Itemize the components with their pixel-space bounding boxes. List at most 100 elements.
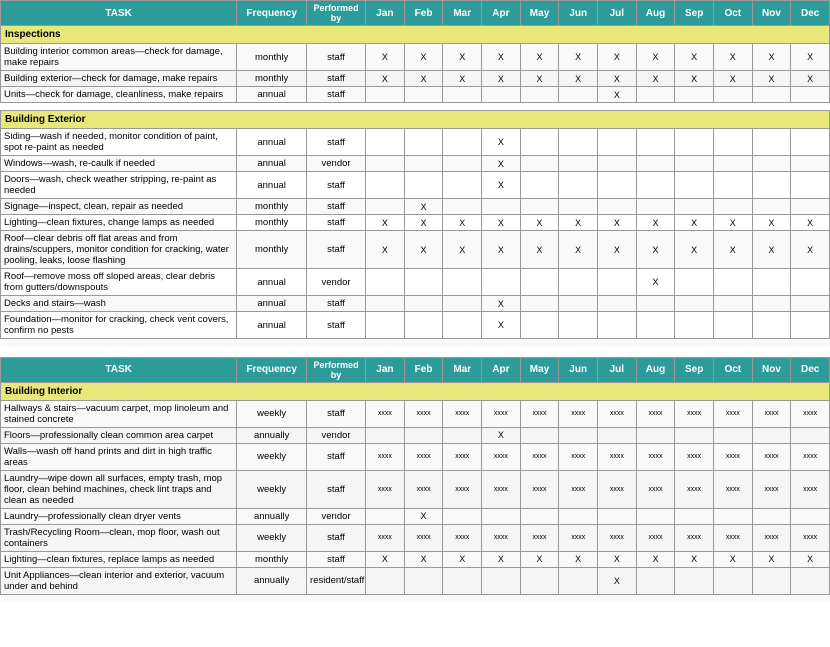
- month-cell: [675, 129, 714, 156]
- month-cell: xxxx: [752, 470, 791, 508]
- month-cell: [443, 156, 482, 172]
- month-cell: X: [404, 215, 443, 231]
- task-cell: Windows—wash, re-caulk if needed: [1, 156, 237, 172]
- col-header-jan-2: Jan: [366, 357, 405, 382]
- table-row: Laundry—professionally clean dryer vents…: [1, 508, 830, 524]
- month-cell: xxxx: [636, 524, 675, 551]
- month-cell: X: [636, 231, 675, 269]
- col-header-feb: Feb: [404, 1, 443, 26]
- month-cell: xxxx: [520, 443, 559, 470]
- month-cell: xxxx: [598, 400, 637, 427]
- col-header-jun: Jun: [559, 1, 598, 26]
- month-cell: [520, 269, 559, 296]
- frequency-cell: annual: [237, 156, 307, 172]
- month-cell: [404, 129, 443, 156]
- col-header-sep: Sep: [675, 1, 714, 26]
- month-cell: [404, 296, 443, 312]
- month-cell: [675, 312, 714, 339]
- month-cell: [752, 427, 791, 443]
- month-cell: [598, 156, 637, 172]
- month-cell: [366, 172, 405, 199]
- month-cell: X: [443, 215, 482, 231]
- section-title: Inspections: [1, 26, 830, 44]
- month-cell: xxxx: [559, 470, 598, 508]
- table-row: Foundation—monitor for cracking, check v…: [1, 312, 830, 339]
- performed-by-cell: staff: [307, 400, 366, 427]
- month-cell: X: [520, 44, 559, 71]
- frequency-cell: weekly: [237, 400, 307, 427]
- month-cell: xxxx: [675, 443, 714, 470]
- task-cell: Roof—clear debris off flat areas and fro…: [1, 231, 237, 269]
- col-header-aug: Aug: [636, 1, 675, 26]
- month-cell: [404, 156, 443, 172]
- month-cell: X: [713, 71, 752, 87]
- month-cell: [559, 296, 598, 312]
- month-cell: X: [598, 215, 637, 231]
- month-cell: [366, 87, 405, 103]
- table-row: Lighting—clean fixtures, change lamps as…: [1, 215, 830, 231]
- month-cell: [713, 296, 752, 312]
- month-cell: X: [366, 44, 405, 71]
- month-cell: xxxx: [404, 443, 443, 470]
- col-header-apr: Apr: [482, 1, 521, 26]
- month-cell: xxxx: [675, 524, 714, 551]
- month-cell: [636, 296, 675, 312]
- frequency-cell: annual: [237, 296, 307, 312]
- month-cell: [713, 269, 752, 296]
- month-cell: [559, 129, 598, 156]
- col-header-oct: Oct: [713, 1, 752, 26]
- month-cell: [520, 508, 559, 524]
- month-cell: X: [791, 71, 830, 87]
- month-cell: [636, 129, 675, 156]
- month-cell: X: [404, 71, 443, 87]
- month-cell: X: [713, 231, 752, 269]
- month-cell: [559, 156, 598, 172]
- month-cell: [791, 312, 830, 339]
- month-cell: X: [598, 567, 637, 594]
- month-cell: xxxx: [443, 400, 482, 427]
- month-cell: xxxx: [443, 443, 482, 470]
- maintenance-schedule-table: TASK Frequency Performedby Jan Feb Mar A…: [0, 0, 830, 347]
- month-cell: xxxx: [752, 443, 791, 470]
- month-cell: [791, 567, 830, 594]
- month-cell: X: [520, 231, 559, 269]
- month-cell: [636, 567, 675, 594]
- month-cell: [366, 156, 405, 172]
- table-row: Roof—remove moss off sloped areas, clear…: [1, 269, 830, 296]
- col-header-sep-2: Sep: [675, 357, 714, 382]
- month-cell: xxxx: [366, 470, 405, 508]
- month-cell: [791, 156, 830, 172]
- month-cell: [713, 129, 752, 156]
- performed-by-cell: staff: [307, 551, 366, 567]
- section-header: Inspections: [1, 26, 830, 44]
- month-cell: [559, 199, 598, 215]
- month-cell: [443, 87, 482, 103]
- task-cell: Hallways & stairs—vacuum carpet, mop lin…: [1, 400, 237, 427]
- month-cell: [675, 296, 714, 312]
- col-header-oct-2: Oct: [713, 357, 752, 382]
- month-cell: X: [366, 551, 405, 567]
- frequency-cell: annual: [237, 172, 307, 199]
- month-cell: [443, 129, 482, 156]
- col-header-mar-2: Mar: [443, 357, 482, 382]
- month-cell: [636, 312, 675, 339]
- month-cell: [559, 427, 598, 443]
- month-cell: X: [598, 231, 637, 269]
- month-cell: xxxx: [598, 443, 637, 470]
- month-cell: X: [752, 44, 791, 71]
- month-cell: [520, 199, 559, 215]
- month-cell: [713, 199, 752, 215]
- performed-by-cell: staff: [307, 199, 366, 215]
- month-cell: xxxx: [675, 470, 714, 508]
- month-cell: [675, 567, 714, 594]
- month-cell: [791, 87, 830, 103]
- table-row: Unit Appliances—clean interior and exter…: [1, 567, 830, 594]
- table-row: Lighting—clean fixtures, replace lamps a…: [1, 551, 830, 567]
- month-cell: [752, 567, 791, 594]
- section-title: Building Exterior: [1, 111, 830, 129]
- month-cell: xxxx: [791, 400, 830, 427]
- month-cell: X: [520, 215, 559, 231]
- month-cell: [443, 312, 482, 339]
- task-cell: Lighting—clean fixtures, replace lamps a…: [1, 551, 237, 567]
- month-cell: [752, 87, 791, 103]
